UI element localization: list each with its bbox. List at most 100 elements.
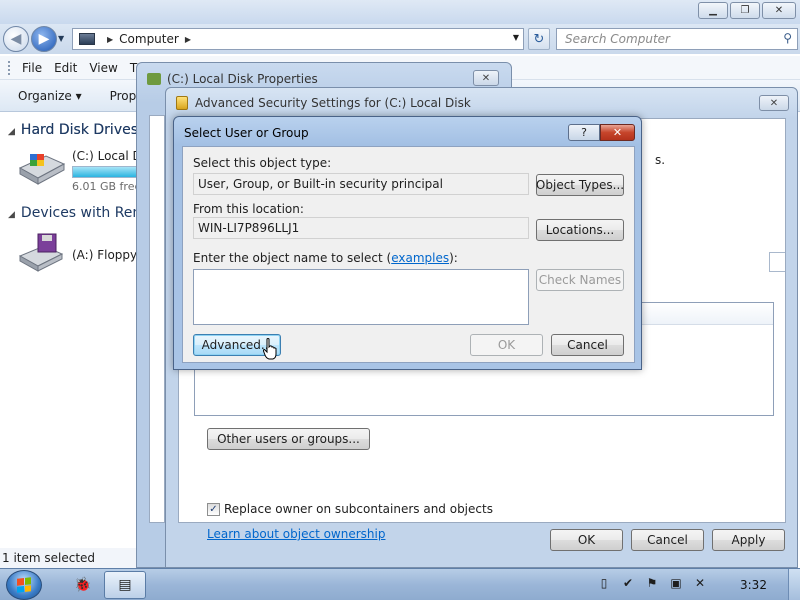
object-type-label: Select this object type: bbox=[193, 156, 332, 170]
select-dialog-title: Select User or Group bbox=[184, 126, 309, 140]
minimize-button[interactable]: ▁ bbox=[698, 2, 728, 19]
minimize-icon: ▁ bbox=[709, 5, 717, 16]
document-icon[interactable]: ▯ bbox=[596, 575, 612, 591]
select-dialog-body: Select this object type: User, Group, or… bbox=[182, 146, 635, 363]
search-input[interactable]: Search Computer ⚲ bbox=[556, 28, 798, 50]
folder-lock-icon bbox=[176, 96, 188, 110]
close-window-button[interactable]: ✕ bbox=[762, 2, 796, 19]
removable-group-header[interactable]: ◢ Devices with Rem bbox=[8, 205, 146, 221]
breadcrumb-arrow-icon[interactable]: ▶ bbox=[185, 35, 191, 44]
other-users-button[interactable]: Other users or groups... bbox=[207, 428, 370, 450]
address-row: ◀ ▶ ▼ ▶ Computer ▶ ▼ ↻ Search Computer ⚲ bbox=[0, 24, 800, 54]
replace-owner-checkbox[interactable]: ✓ Replace owner on subcontainers and obj… bbox=[207, 502, 493, 516]
refresh-icon: ↻ bbox=[533, 31, 545, 47]
location-field: WIN-LI7P896LLJ1 bbox=[193, 217, 529, 239]
help-button[interactable]: ? bbox=[568, 124, 600, 141]
select-user-group-dialog: Select User or Group ? ✕ Select this obj… bbox=[173, 116, 642, 370]
object-name-input[interactable] bbox=[193, 269, 529, 325]
forward-button[interactable]: ▶ bbox=[31, 26, 57, 52]
owner-description-text: s. bbox=[655, 153, 666, 167]
collapse-triangle-icon: ◢ bbox=[8, 210, 15, 220]
menu-grip bbox=[8, 60, 12, 75]
disk-properties-icon bbox=[147, 73, 161, 85]
status-text: 1 item selected bbox=[2, 551, 96, 565]
address-bar[interactable]: ▶ Computer ▶ ▼ bbox=[72, 28, 524, 50]
examples-link[interactable]: examples bbox=[391, 251, 449, 265]
close-icon: ✕ bbox=[481, 72, 491, 84]
floppy-drive-icon[interactable] bbox=[16, 232, 66, 272]
local-disk-label[interactable]: (C:) Local Di bbox=[72, 149, 145, 163]
advanced-close-button[interactable]: ✕ bbox=[759, 95, 789, 111]
system-tray: ▯ ✔ ⚑ ▣ ✕ bbox=[596, 575, 708, 591]
object-type-value: User, Group, or Built-in security princi… bbox=[198, 177, 443, 191]
explorer-folder-icon: ▤ bbox=[118, 577, 132, 593]
object-type-field: User, Group, or Built-in security princi… bbox=[193, 173, 529, 195]
enter-object-name-suffix: ): bbox=[449, 251, 458, 265]
show-desktop-button[interactable] bbox=[788, 569, 800, 600]
breadcrumb-arrow-icon[interactable]: ▶ bbox=[107, 35, 113, 44]
location-label: From this location: bbox=[193, 202, 304, 216]
maximize-button[interactable]: ❐ bbox=[730, 2, 760, 19]
taskbar: 🐞 ▤ ▯ ✔ ⚑ ▣ ✕ 3:32 bbox=[0, 568, 800, 600]
menu-view[interactable]: View bbox=[89, 61, 117, 75]
app-icon: 🐞 bbox=[74, 577, 92, 593]
collapse-triangle-icon: ◢ bbox=[8, 127, 15, 137]
select-close-button[interactable]: ✕ bbox=[600, 124, 635, 141]
advanced-apply-button[interactable]: Apply bbox=[712, 529, 785, 551]
window-controls: ▁ ❐ ✕ bbox=[698, 2, 796, 19]
enter-object-name-text: Enter the object name to select ( bbox=[193, 251, 392, 265]
removable-header-label: Devices with Rem bbox=[20, 205, 147, 221]
start-button[interactable] bbox=[6, 570, 42, 600]
breadcrumb-computer[interactable]: Computer bbox=[119, 32, 179, 46]
forward-arrow-icon: ▶ bbox=[38, 31, 50, 47]
address-dropdown-icon[interactable]: ▼ bbox=[513, 33, 519, 42]
help-icon: ? bbox=[581, 126, 587, 139]
object-types-button[interactable]: Object Types... bbox=[536, 174, 624, 196]
select-cancel-button[interactable]: Cancel bbox=[551, 334, 624, 356]
replace-owner-label: Replace owner on subcontainers and objec… bbox=[224, 502, 493, 516]
network-icon[interactable]: ▣ bbox=[668, 575, 684, 591]
refresh-button[interactable]: ↻ bbox=[528, 28, 550, 50]
current-owner-field bbox=[769, 252, 785, 272]
checkbox-checkmark-icon[interactable]: ✓ bbox=[207, 502, 220, 516]
check-names-button[interactable]: Check Names bbox=[536, 269, 624, 291]
organize-button[interactable]: Organize ▾ bbox=[18, 89, 82, 103]
restore-icon: ❐ bbox=[740, 5, 750, 16]
hard-disk-header-text: Hard Disk Drives bbox=[20, 122, 139, 138]
learn-ownership-link[interactable]: Learn about object ownership bbox=[207, 527, 385, 541]
action-center-flag-icon[interactable]: ⚑ bbox=[644, 575, 660, 591]
advanced-cancel-button[interactable]: Cancel bbox=[631, 529, 704, 551]
search-placeholder: Search Computer bbox=[565, 32, 670, 46]
computer-icon bbox=[79, 33, 95, 45]
back-arrow-icon: ◀ bbox=[10, 31, 22, 47]
advanced-dialog-title: Advanced Security Settings for (C:) Loca… bbox=[195, 96, 471, 110]
volume-muted-icon[interactable]: ✕ bbox=[692, 575, 708, 591]
location-value: WIN-LI7P896LLJ1 bbox=[198, 221, 300, 235]
menu-edit[interactable]: Edit bbox=[54, 61, 77, 75]
hard-disk-group-header-label[interactable]: ◢ Hard Disk Drives bbox=[8, 122, 138, 138]
clock[interactable]: 3:32 bbox=[740, 578, 767, 592]
menu-file[interactable]: File bbox=[22, 61, 42, 75]
explorer-titlebar: ▁ ❐ ✕ bbox=[0, 0, 800, 24]
status-bar: 1 item selected bbox=[0, 548, 140, 568]
close-icon: ✕ bbox=[774, 5, 784, 16]
windows-logo-icon bbox=[17, 577, 31, 593]
close-icon: ✕ bbox=[612, 126, 623, 139]
properties-close-button[interactable]: ✕ bbox=[473, 70, 499, 86]
close-icon: ✕ bbox=[769, 97, 779, 109]
disk-usage-bar bbox=[72, 166, 138, 178]
recent-pages-dropdown-icon[interactable]: ▼ bbox=[58, 34, 64, 43]
hard-drive-icon[interactable] bbox=[16, 146, 66, 186]
advanced-ok-button[interactable]: OK bbox=[550, 529, 623, 551]
properties-panel bbox=[149, 115, 165, 523]
taskbar-explorer-button[interactable]: ▤ bbox=[104, 571, 146, 599]
select-ok-button[interactable]: OK bbox=[470, 334, 543, 356]
search-icon[interactable]: ⚲ bbox=[783, 31, 792, 45]
enter-object-name-label: Enter the object name to select (example… bbox=[193, 251, 458, 265]
locations-button[interactable]: Locations... bbox=[536, 219, 624, 241]
back-button[interactable]: ◀ bbox=[3, 26, 29, 52]
security-check-icon[interactable]: ✔ bbox=[620, 575, 636, 591]
local-disk-free-space: 6.01 GB free bbox=[72, 180, 142, 193]
properties-dialog-title: (C:) Local Disk Properties bbox=[167, 72, 318, 86]
taskbar-app-button[interactable]: 🐞 bbox=[62, 571, 104, 599]
